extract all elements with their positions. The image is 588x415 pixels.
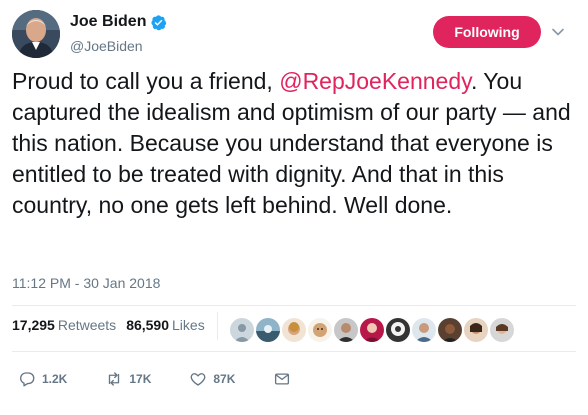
liker-avatar[interactable] <box>464 318 488 342</box>
liker-avatar[interactable] <box>386 318 410 342</box>
tweet-card: Joe Biden @JoeBiden Following Proud to c… <box>0 0 588 415</box>
chevron-down-icon[interactable] <box>551 25 565 39</box>
like-count: 87K <box>213 372 236 386</box>
liker-avatar[interactable] <box>308 318 332 342</box>
engagement-stats: 17,295 Retweets 86,590 Likes <box>12 317 205 333</box>
direct-message-icon <box>275 373 290 385</box>
direct-message-button[interactable] <box>273 370 291 388</box>
reply-button[interactable]: 1.2K <box>18 370 67 388</box>
retweets-label[interactable]: Retweets <box>58 317 116 333</box>
like-icon <box>191 373 206 386</box>
tweet-actions: 1.2K 17K 87K <box>18 370 291 388</box>
liker-avatar[interactable] <box>230 318 254 342</box>
liker-avatar[interactable] <box>360 318 384 342</box>
divider <box>12 305 576 306</box>
verified-badge-icon <box>151 14 167 30</box>
divider <box>12 351 576 352</box>
tweet-text-part: Proud to call you a friend, <box>12 68 280 94</box>
liker-avatar[interactable] <box>282 318 306 342</box>
reply-count: 1.2K <box>42 372 68 386</box>
retweet-icon <box>109 372 120 386</box>
following-button[interactable]: Following <box>433 16 541 48</box>
tweet-text: Proud to call you a friend, @RepJoeKenne… <box>12 66 582 221</box>
liker-avatar[interactable] <box>490 318 514 342</box>
author-name-row[interactable]: Joe Biden <box>70 13 167 31</box>
stats-divider <box>217 312 218 340</box>
tweet-timestamp[interactable]: 11:12 PM - 30 Jan 2018 <box>12 275 160 291</box>
likes-count[interactable]: 86,590 <box>126 317 169 333</box>
liker-avatar[interactable] <box>412 318 436 342</box>
mention-link[interactable]: @RepJoeKennedy <box>279 68 471 94</box>
retweet-count: 17K <box>129 372 152 386</box>
likes-label[interactable]: Likes <box>172 317 205 333</box>
retweet-button[interactable]: 17K <box>105 370 151 388</box>
liker-avatars <box>230 318 516 342</box>
retweets-count[interactable]: 17,295 <box>12 317 55 333</box>
author-display-name[interactable]: Joe Biden <box>70 13 146 31</box>
author-handle[interactable]: @JoeBiden <box>70 38 143 54</box>
liker-avatar[interactable] <box>438 318 462 342</box>
reply-icon <box>20 372 35 387</box>
author-avatar[interactable] <box>12 10 60 58</box>
like-button[interactable]: 87K <box>189 370 235 388</box>
liker-avatar[interactable] <box>256 318 280 342</box>
liker-avatar[interactable] <box>334 318 358 342</box>
